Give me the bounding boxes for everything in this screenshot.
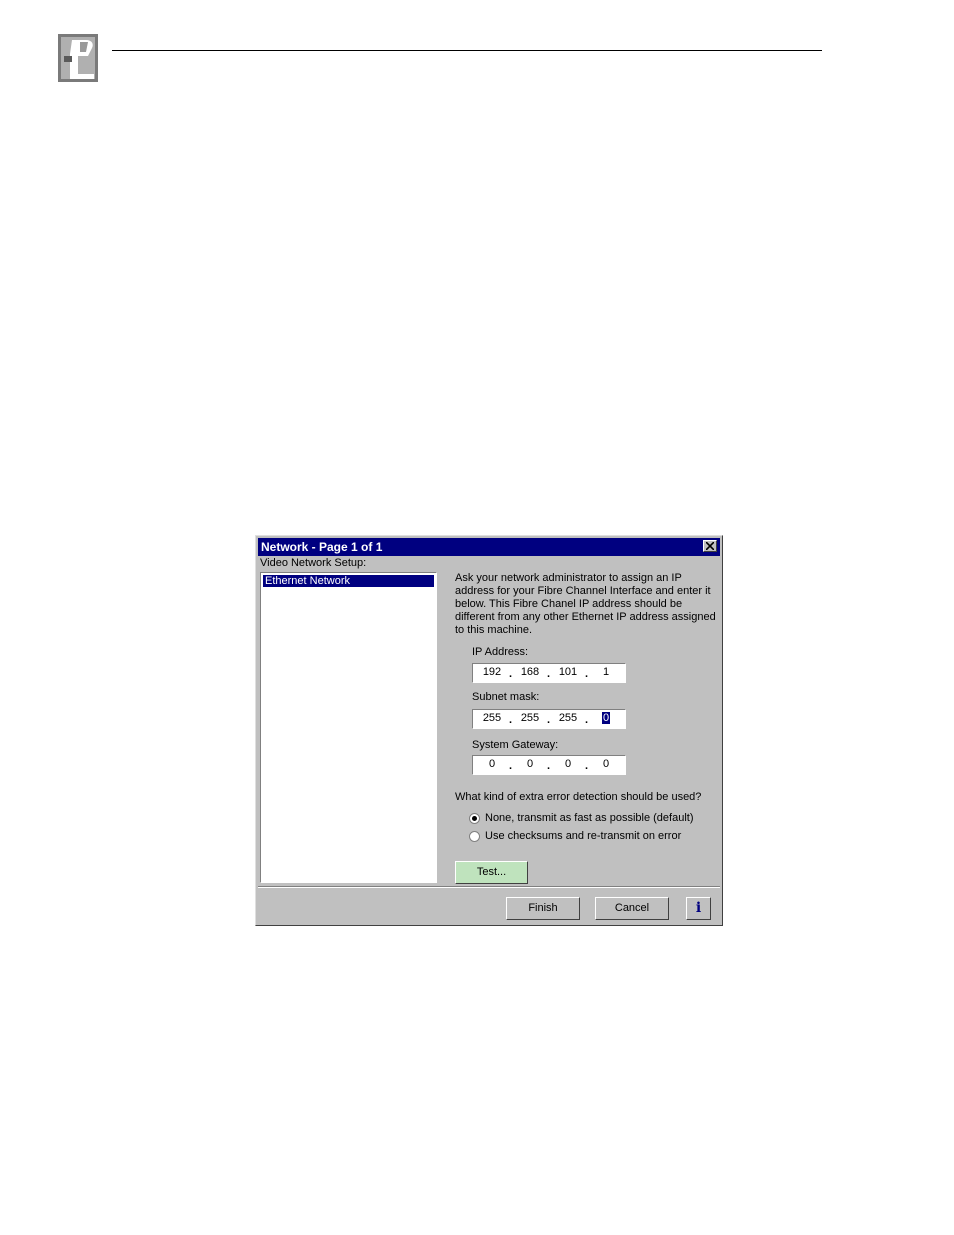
error-detection-question: What kind of extra error detection shoul… (455, 791, 702, 803)
info-icon: i (695, 900, 702, 916)
close-button[interactable] (703, 540, 717, 552)
subnet-octet-4-wrap[interactable]: 0 (591, 712, 621, 724)
gateway-octet-3[interactable]: 0 (553, 758, 583, 770)
subnet-mask-label: Subnet mask: (472, 691, 540, 703)
system-gateway-label: System Gateway: (472, 739, 559, 751)
header-rule (112, 50, 822, 51)
dialog-title: Network - Page 1 of 1 (261, 540, 383, 554)
list-item-ethernet-network[interactable]: Ethernet Network (263, 575, 434, 587)
subnet-octet-1[interactable]: 255 (477, 712, 507, 724)
network-dialog: Network - Page 1 of 1 Video Network Setu… (255, 535, 723, 926)
test-button[interactable]: Test... (455, 861, 528, 884)
system-gateway-field[interactable]: 0 . 0 . 0 . 0 (472, 755, 626, 775)
subnet-octet-3[interactable]: 255 (553, 712, 583, 724)
gateway-octet-1[interactable]: 0 (477, 758, 507, 770)
subnet-dot: . (585, 714, 589, 726)
radio-none[interactable] (469, 813, 480, 824)
ip-dot: . (585, 668, 589, 680)
subnet-mask-field[interactable]: 255 . 255 . 255 . 0 (472, 709, 626, 729)
video-network-setup-label: Video Network Setup: (260, 557, 367, 569)
ip-address-label: IP Address: (472, 646, 529, 658)
radio-none-label[interactable]: None, transmit as fast as possible (defa… (485, 812, 693, 824)
network-listbox[interactable]: Ethernet Network (260, 572, 437, 883)
ip-octet-2[interactable]: 168 (515, 666, 545, 678)
gateway-dot: . (547, 760, 551, 772)
close-icon (706, 542, 714, 550)
ip-octet-4[interactable]: 1 (591, 666, 621, 678)
ip-address-field[interactable]: 192 . 168 . 101 . 1 (472, 663, 626, 683)
gateway-octet-2[interactable]: 0 (515, 758, 545, 770)
gateway-octet-4[interactable]: 0 (591, 758, 621, 770)
gateway-dot: . (585, 760, 589, 772)
radio-selected-pip (472, 816, 477, 821)
ip-octet-1[interactable]: 192 (477, 666, 507, 678)
separator (258, 887, 720, 888)
ip-dot: . (547, 668, 551, 680)
subnet-octet-2[interactable]: 255 (515, 712, 545, 724)
dialog-titlebar[interactable]: Network - Page 1 of 1 (258, 538, 720, 556)
cancel-button[interactable]: Cancel (595, 897, 669, 920)
gateway-dot: . (509, 760, 513, 772)
ip-dot: . (509, 668, 513, 680)
info-text: Ask your network administrator to assign… (455, 572, 716, 636)
ip-octet-3[interactable]: 101 (553, 666, 583, 678)
subnet-dot: . (509, 714, 513, 726)
subnet-dot: . (547, 714, 551, 726)
info-button[interactable]: i (686, 897, 711, 920)
finish-button[interactable]: Finish (506, 897, 580, 920)
radio-checksums-label[interactable]: Use checksums and re-transmit on error (485, 830, 681, 842)
logo-icon (58, 34, 102, 84)
subnet-octet-4[interactable]: 0 (601, 712, 611, 724)
radio-checksums[interactable] (469, 831, 480, 842)
